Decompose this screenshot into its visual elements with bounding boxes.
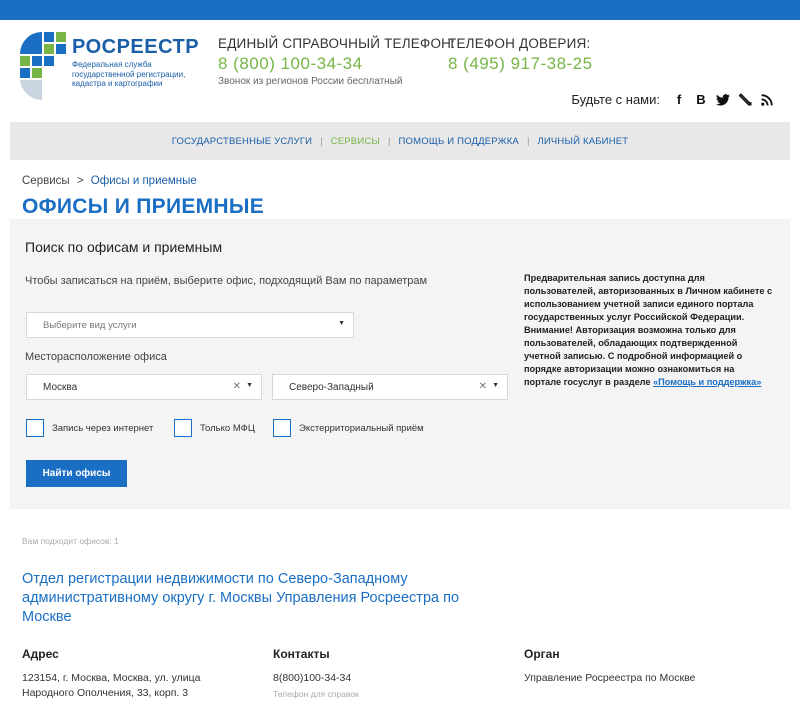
nav-item-help[interactable]: ПОМОЩЬ И ПОДДЕРЖКА — [391, 136, 527, 147]
location-label: Месторасположение офиса — [25, 351, 167, 363]
extraterritorial-checkbox[interactable] — [273, 419, 291, 437]
help-support-link[interactable]: «Помощь и поддержка» — [653, 377, 761, 387]
nav-item-services[interactable]: СЕРВИСЫ — [323, 136, 388, 147]
address-heading: Адрес — [22, 647, 59, 661]
breadcrumb-services-link[interactable]: Сервисы — [22, 175, 70, 187]
trust-phone-number[interactable]: 8 (495) 917-38-25 — [448, 54, 593, 74]
logo-title: РОСРЕЕСТР — [72, 36, 200, 58]
social-label: Будьте с нами: — [571, 92, 660, 107]
district-select[interactable]: Северо-Западный ✕ ▼ — [272, 374, 508, 400]
office-title-link[interactable]: Отдел регистрации недвижимости по Северо… — [22, 570, 492, 627]
online-booking-label[interactable]: Запись через интернет — [52, 423, 153, 434]
rosreestr-emblem-icon — [20, 32, 66, 101]
breadcrumb-separator: > — [76, 175, 84, 187]
organ-text: Управление Росреестра по Москве — [524, 672, 696, 684]
results-count: Вам подходит офисов: 1 — [22, 536, 119, 546]
logo-subtitle: Федеральная служба государственной регис… — [72, 60, 186, 88]
top-bar — [0, 0, 800, 20]
page-title: ОФИСЫ И ПРИЕМНЫЕ — [22, 195, 265, 218]
clear-icon[interactable]: ✕ — [233, 381, 241, 392]
find-offices-button[interactable]: Найти офисы — [26, 460, 127, 487]
mfc-only-option[interactable]: Только МФЦ — [174, 419, 255, 437]
twitter-icon[interactable] — [716, 93, 730, 107]
livejournal-icon[interactable] — [738, 93, 752, 107]
facebook-icon[interactable]: f — [672, 92, 686, 107]
city-select[interactable]: Москва ✕ ▼ — [26, 374, 262, 400]
extraterritorial-option[interactable]: Экстерриториальный приём — [273, 419, 424, 437]
search-title: Поиск по офисам и приемным — [25, 239, 223, 255]
hotline-note: Звонок из регионов России бесплатный — [218, 76, 403, 87]
dropdown-arrow-icon[interactable]: ▼ — [246, 382, 253, 389]
dropdown-arrow-icon[interactable]: ▼ — [492, 382, 499, 389]
mfc-only-label[interactable]: Только МФЦ — [200, 423, 255, 434]
search-subtitle: Чтобы записаться на приём, выберите офис… — [25, 275, 428, 287]
address-text: 123154, г. Москва, Москва, ул. улица Нар… — [22, 672, 201, 699]
hotline-label: ЕДИНЫЙ СПРАВОЧНЫЙ ТЕЛЕФОН: — [218, 36, 456, 51]
vk-icon[interactable]: B — [694, 92, 708, 107]
rss-icon[interactable] — [760, 93, 774, 107]
online-booking-checkbox[interactable] — [26, 419, 44, 437]
auth-info-text: Предварительная запись доступна для поль… — [524, 272, 774, 389]
hotline-block: ЕДИНЫЙ СПРАВОЧНЫЙ ТЕЛЕФОН: 8 (800) 100-3… — [218, 36, 455, 87]
social-links: Будьте с нами: f B — [571, 92, 774, 107]
mfc-only-checkbox[interactable] — [174, 419, 192, 437]
nav-item-gov-services[interactable]: ГОСУДАРСТВЕННЫЕ УСЛУГИ — [164, 136, 321, 147]
service-type-select[interactable]: Выберите вид услуги ▼ — [26, 312, 354, 338]
clear-icon[interactable]: ✕ — [479, 381, 487, 392]
auth-info-body: Предварительная запись доступна для поль… — [524, 273, 773, 387]
trust-phone-block: ТЕЛЕФОН ДОВЕРИЯ: 8 (495) 917-38-25 — [448, 36, 593, 74]
rosreestr-logo[interactable]: РОСРЕЕСТР Федеральная служба государстве… — [18, 30, 200, 106]
nav-item-personal-account[interactable]: ЛИЧНЫЙ КАБИНЕТ — [529, 136, 636, 147]
district-value: Северо-Западный — [289, 381, 374, 393]
online-booking-option[interactable]: Запись через интернет — [26, 419, 153, 437]
service-type-placeholder: Выберите вид услуги — [43, 319, 137, 331]
breadcrumb-current[interactable]: Офисы и приемные — [91, 175, 197, 187]
dropdown-arrow-icon[interactable]: ▼ — [338, 320, 345, 327]
contacts-heading: Контакты — [273, 647, 330, 661]
hotline-number[interactable]: 8 (800) 100-34-34 — [218, 54, 455, 74]
organ-heading: Орган — [524, 647, 560, 661]
trust-phone-label: ТЕЛЕФОН ДОВЕРИЯ: — [448, 36, 591, 51]
contacts-note: Телефон для справок — [273, 689, 359, 699]
search-panel: Поиск по офисам и приемным Чтобы записат… — [10, 219, 790, 509]
breadcrumb: Сервисы > Офисы и приемные — [22, 175, 197, 187]
city-value: Москва — [43, 381, 78, 393]
main-nav: ГОСУДАРСТВЕННЫЕ УСЛУГИ | СЕРВИСЫ | ПОМОЩ… — [10, 122, 790, 160]
extraterritorial-label[interactable]: Экстерриториальный приём — [299, 423, 424, 434]
contacts-phone[interactable]: 8(800)100-34-34 — [273, 671, 351, 686]
